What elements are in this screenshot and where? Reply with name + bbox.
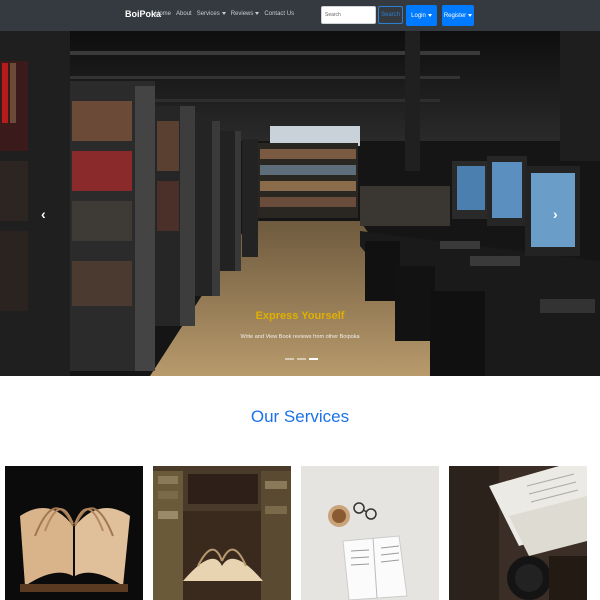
register-dropdown-button[interactable]: Register xyxy=(442,5,474,26)
caret-down-icon xyxy=(221,11,226,15)
carousel-indicators xyxy=(285,358,318,360)
login-label: Login xyxy=(411,12,426,19)
nav-about[interactable]: About xyxy=(176,11,192,17)
hero-carousel: ‹ › Express Yourself Write and View Book… xyxy=(0,31,600,376)
nav-home[interactable]: Home xyxy=(155,11,171,17)
search-button[interactable]: Search xyxy=(378,6,403,24)
nav-services-dropdown[interactable]: Services xyxy=(197,11,226,17)
carousel-indicator[interactable] xyxy=(297,358,306,360)
nav-reviews-dropdown[interactable]: Reviews xyxy=(231,11,260,17)
library-photo xyxy=(0,31,600,376)
login-dropdown-button[interactable]: Login xyxy=(406,5,437,26)
search-input[interactable] xyxy=(321,6,376,24)
services-heading: Our Services xyxy=(250,407,350,426)
book-coffee-photo xyxy=(301,466,439,600)
carousel-next-icon[interactable]: › xyxy=(553,206,558,222)
reading-book-photo xyxy=(449,466,587,600)
book-stack-photo xyxy=(153,466,291,600)
carousel-prev-icon[interactable]: ‹ xyxy=(41,206,46,222)
service-card-image xyxy=(301,466,439,600)
navbar: BoiPoka Home About Services Reviews Cont… xyxy=(0,0,600,31)
nav-services-label: Services xyxy=(196,11,220,17)
service-card-image xyxy=(5,466,143,600)
carousel-caption-text: Write and View Book reviews from other B… xyxy=(240,334,360,340)
caret-down-icon xyxy=(427,14,432,17)
carousel-indicator[interactable] xyxy=(285,358,294,360)
service-card-image xyxy=(153,466,291,600)
nav-contact[interactable]: Contact Us xyxy=(264,11,294,17)
service-card-image xyxy=(449,466,587,600)
nav-reviews-label: Reviews xyxy=(230,11,254,17)
register-label: Register xyxy=(443,12,467,19)
nav-links: Home About Services Reviews Contact Us xyxy=(155,11,294,17)
caret-down-icon xyxy=(468,14,473,17)
caret-down-icon xyxy=(255,11,260,15)
carousel-caption-title: Express Yourself xyxy=(255,310,345,322)
carousel-indicator-active[interactable] xyxy=(309,358,318,360)
open-book-photo xyxy=(5,466,143,600)
